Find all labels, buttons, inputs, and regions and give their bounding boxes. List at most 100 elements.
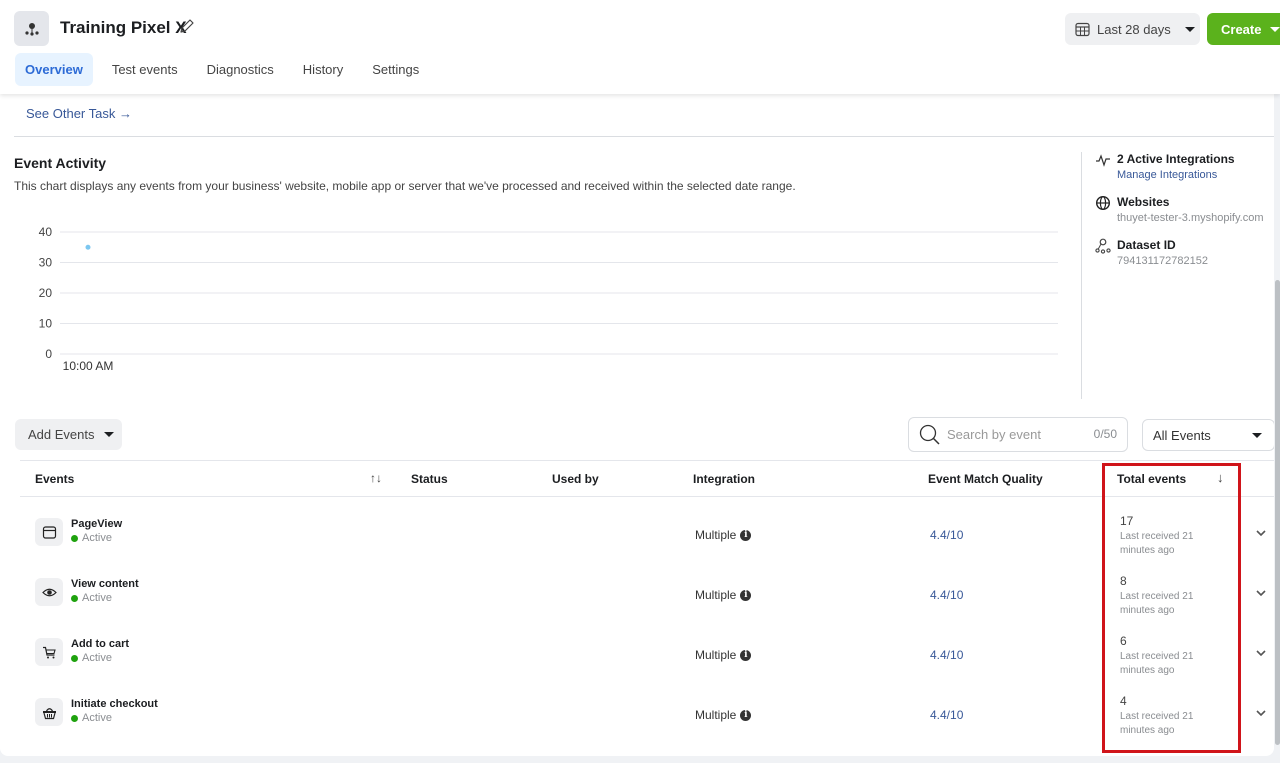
table-row[interactable]: View content Active Multiple i 4.4/10 8 L… xyxy=(20,564,1274,624)
info-icon[interactable]: i xyxy=(740,589,752,601)
info-icon[interactable]: i xyxy=(740,709,752,721)
column-event-match-quality[interactable]: Event Match Quality xyxy=(928,472,1043,486)
event-name[interactable]: Add to cart xyxy=(71,638,129,650)
event-activity-title: Event Activity xyxy=(14,155,107,171)
tab-bar: Overview Test events Diagnostics History… xyxy=(15,53,438,86)
chevron-down-icon[interactable] xyxy=(1254,706,1268,720)
websites-title: Websites xyxy=(1117,195,1170,209)
tab-settings[interactable]: Settings xyxy=(362,53,429,86)
dataset-id-value: 794131172782152 xyxy=(1117,255,1208,267)
total-events-cell: 4 Last received 21 minutes ago xyxy=(1120,694,1210,738)
basket-icon xyxy=(35,698,63,726)
create-button[interactable]: Create xyxy=(1207,13,1280,45)
event-status: Active xyxy=(71,712,112,724)
y-tick-label: 30 xyxy=(39,256,53,270)
event-integration: Multiple i xyxy=(695,708,752,722)
add-events-dropdown[interactable]: Add Events xyxy=(15,419,122,450)
column-total-events[interactable]: Total events xyxy=(1117,472,1186,486)
dataset-id-title: Dataset ID xyxy=(1117,238,1176,252)
y-tick-label: 10 xyxy=(39,317,53,331)
vertical-divider xyxy=(1081,152,1082,399)
see-other-task-link[interactable]: See Other Task → xyxy=(26,106,132,121)
dataset-nodes-icon xyxy=(1095,238,1111,254)
event-activity-description: This chart displays any events from your… xyxy=(14,179,796,193)
column-events[interactable]: Events xyxy=(35,472,74,486)
column-status[interactable]: Status xyxy=(411,472,448,486)
sort-descending-icon[interactable]: ↓ xyxy=(1217,470,1224,485)
chevron-down-icon[interactable] xyxy=(1254,646,1268,660)
page-scrollbar-thumb[interactable] xyxy=(1275,280,1280,745)
tab-history[interactable]: History xyxy=(293,53,353,86)
total-events-count: 6 xyxy=(1120,634,1127,648)
tab-test-events[interactable]: Test events xyxy=(102,53,188,86)
integration-text: Multiple xyxy=(695,708,737,722)
website-domain: thuyet-tester-3.myshopify.com xyxy=(1117,212,1264,224)
table-row[interactable]: Initiate checkout Active Multiple i 4.4/1… xyxy=(20,684,1274,744)
total-events-cell: 17 Last received 21 minutes ago xyxy=(1120,514,1210,558)
event-match-quality-link[interactable]: 4.4/10 xyxy=(930,648,963,662)
search-icon xyxy=(919,424,940,445)
divider xyxy=(14,136,1274,137)
search-input[interactable] xyxy=(947,427,1082,442)
add-events-label: Add Events xyxy=(28,427,95,442)
edit-pencil-icon[interactable] xyxy=(179,18,195,34)
total-events-count: 8 xyxy=(1120,574,1127,588)
y-tick-label: 0 xyxy=(45,347,52,361)
info-icon[interactable]: i xyxy=(740,529,752,541)
info-icon[interactable]: i xyxy=(740,649,752,661)
event-filter-select[interactable]: All Events xyxy=(1142,419,1275,451)
event-match-quality-link[interactable]: 4.4/10 xyxy=(930,588,963,602)
pixel-icon xyxy=(14,11,49,46)
table-row[interactable]: PageView Active Multiple i 4.4/10 17 Last… xyxy=(20,504,1274,564)
data-point[interactable] xyxy=(85,244,91,250)
cart-icon xyxy=(35,638,63,666)
page-title: Training Pixel X xyxy=(60,18,187,37)
column-integration[interactable]: Integration xyxy=(693,472,755,486)
status-text: Active xyxy=(82,652,112,664)
date-range-dropdown[interactable]: Last 28 days xyxy=(1065,13,1200,45)
event-integration: Multiple i xyxy=(695,588,752,602)
event-name[interactable]: View content xyxy=(71,578,139,590)
x-tick-label: 10:00 AM xyxy=(63,359,114,373)
chevron-down-icon[interactable] xyxy=(1254,526,1268,540)
date-range-label: Last 28 days xyxy=(1097,21,1171,37)
browser-window-icon xyxy=(35,518,63,546)
last-received: Last received 21 minutes ago xyxy=(1120,711,1194,736)
column-used-by[interactable]: Used by xyxy=(552,472,599,486)
event-activity-chart: 0 10 20 30 40 10:00 AM xyxy=(39,225,1058,373)
total-events-count: 4 xyxy=(1120,694,1127,708)
event-status: Active xyxy=(71,592,112,604)
create-label: Create xyxy=(1221,21,1262,37)
search-by-event-field[interactable]: 0/50 xyxy=(908,417,1128,452)
integration-text: Multiple xyxy=(695,648,737,662)
event-status: Active xyxy=(71,652,112,664)
event-status: Active xyxy=(71,532,112,544)
event-match-quality-link[interactable]: 4.4/10 xyxy=(930,708,963,722)
caret-down-icon xyxy=(1270,26,1280,32)
manage-integrations-link[interactable]: Manage Integrations xyxy=(1117,169,1217,181)
tab-diagnostics[interactable]: Diagnostics xyxy=(197,53,284,86)
caret-down-icon xyxy=(103,432,114,437)
total-events-cell: 6 Last received 21 minutes ago xyxy=(1120,634,1210,678)
last-received: Last received 21 minutes ago xyxy=(1120,591,1194,616)
last-received: Last received 21 minutes ago xyxy=(1120,531,1194,556)
calendar-icon xyxy=(1075,22,1090,36)
events-table-header: Events ↑↓ Status Used by Integration Eve… xyxy=(20,460,1274,497)
activity-pulse-icon xyxy=(1096,154,1110,167)
event-integration: Multiple i xyxy=(695,528,752,542)
caret-down-icon xyxy=(1184,26,1195,32)
event-filter-selected: All Events xyxy=(1153,427,1211,443)
sort-icon[interactable]: ↑↓ xyxy=(370,471,382,485)
table-row[interactable]: Add to cart Active Multiple i 4.4/10 6 La… xyxy=(20,624,1274,684)
y-tick-label: 20 xyxy=(39,286,53,300)
tab-overview[interactable]: Overview xyxy=(15,53,93,86)
eye-icon xyxy=(35,578,63,606)
integration-text: Multiple xyxy=(695,588,737,602)
event-match-quality-link[interactable]: 4.4/10 xyxy=(930,528,963,542)
status-text: Active xyxy=(82,712,112,724)
chevron-down-icon[interactable] xyxy=(1254,586,1268,600)
last-received: Last received 21 minutes ago xyxy=(1120,651,1194,676)
status-text: Active xyxy=(82,532,112,544)
event-name[interactable]: Initiate checkout xyxy=(71,698,158,710)
event-name[interactable]: PageView xyxy=(71,518,122,530)
